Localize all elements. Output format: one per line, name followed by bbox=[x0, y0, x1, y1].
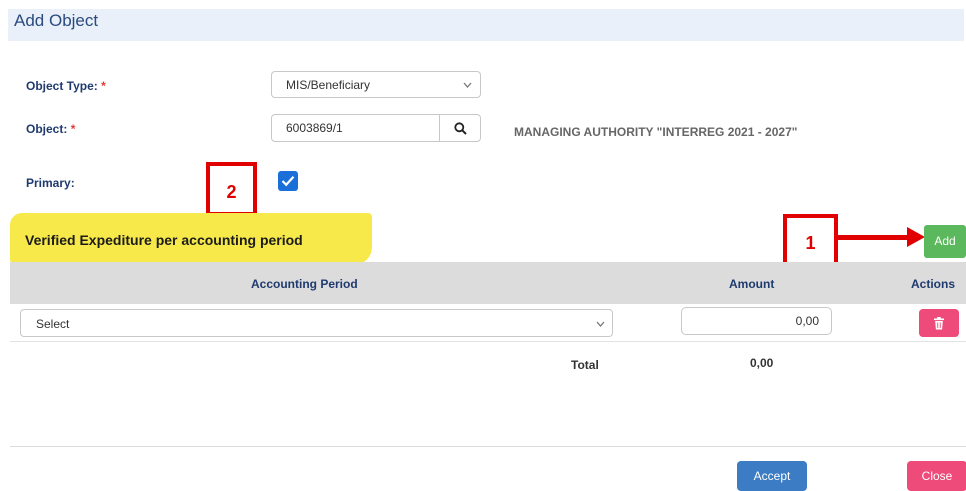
annotation-marker-2: 2 bbox=[206, 162, 257, 216]
accounting-period-select[interactable]: Select bbox=[20, 309, 613, 337]
annotation-arrow-icon bbox=[837, 227, 925, 247]
column-header-actions: Actions bbox=[911, 277, 956, 291]
trash-icon bbox=[934, 317, 944, 330]
checkmark-icon bbox=[281, 176, 295, 187]
total-value: 0,00 bbox=[750, 356, 774, 370]
object-description: MANAGING AUTHORITY "INTERREG 2021 - 2027… bbox=[514, 125, 798, 139]
object-type-label: Object Type: * bbox=[26, 79, 106, 93]
primary-checkbox[interactable] bbox=[278, 171, 298, 191]
object-field[interactable]: 6003869/1 bbox=[271, 114, 440, 142]
amount-value: 0,00 bbox=[795, 314, 819, 328]
required-mark: * bbox=[70, 122, 76, 136]
dialog-header: Add Object bbox=[8, 9, 964, 41]
object-type-select[interactable]: MIS/Beneficiary bbox=[271, 71, 481, 98]
search-icon bbox=[454, 122, 467, 135]
chevron-down-icon bbox=[463, 82, 472, 88]
object-value: 6003869/1 bbox=[286, 121, 343, 135]
footer-divider bbox=[10, 446, 966, 447]
close-button[interactable]: Close bbox=[907, 461, 966, 491]
primary-label: Primary: bbox=[26, 176, 75, 190]
row-divider bbox=[10, 341, 966, 342]
object-type-value: MIS/Beneficiary bbox=[286, 78, 371, 92]
accounting-period-value: Select bbox=[36, 317, 70, 331]
table-header: Accounting Period Amount Actions bbox=[10, 262, 966, 304]
total-label: Total bbox=[571, 358, 599, 372]
required-mark: * bbox=[101, 79, 106, 93]
object-label: Object: * bbox=[26, 122, 76, 136]
object-search-button[interactable] bbox=[439, 114, 481, 142]
dialog-title: Add Object bbox=[14, 11, 99, 30]
accept-button[interactable]: Accept bbox=[737, 461, 807, 491]
column-header-amount: Amount bbox=[729, 277, 775, 291]
chevron-down-icon bbox=[596, 321, 605, 327]
annotation-marker-1: 1 bbox=[783, 214, 838, 267]
add-button[interactable]: Add bbox=[924, 225, 966, 258]
amount-input[interactable]: 0,00 bbox=[681, 307, 832, 335]
section-title: Verified Expediture per accounting perio… bbox=[25, 232, 303, 248]
delete-row-button[interactable] bbox=[919, 309, 959, 337]
column-header-period: Accounting Period bbox=[251, 277, 358, 291]
